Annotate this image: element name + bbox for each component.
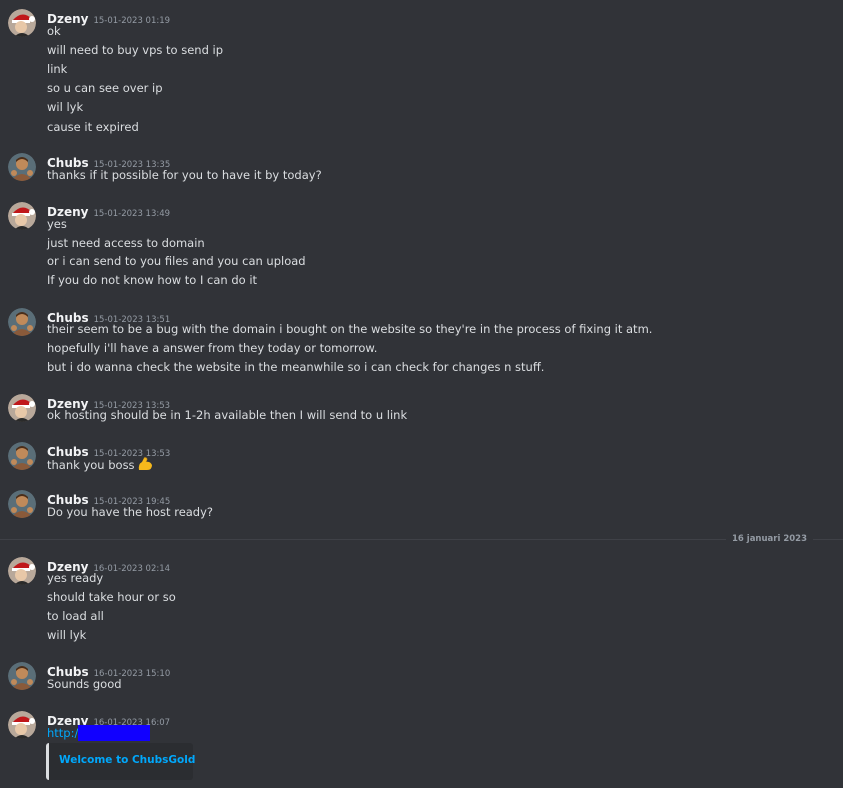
message-text: thank you boss: [47, 456, 153, 476]
message-text: link: [47, 62, 68, 76]
message-text: hopefully i'll have a answer from they t…: [47, 341, 378, 355]
date-divider-line: [0, 539, 843, 540]
message-text: but i do wanna check the website in the …: [47, 360, 545, 374]
message-text: so u can see over ip: [47, 81, 163, 95]
avatar-dzeny[interactable]: [8, 394, 36, 422]
message-text: Do you have the host ready?: [47, 505, 214, 519]
message-text: their seem to be a bug with the domain i…: [47, 322, 653, 336]
avatar-chubs[interactable]: [8, 308, 36, 336]
message-text-content: thank you boss: [47, 458, 135, 472]
message-text: yes ready: [47, 571, 104, 585]
avatar-dzeny[interactable]: [8, 711, 36, 739]
avatar-chubs[interactable]: [8, 153, 36, 181]
message-text: ok hosting should be in 1-2h available t…: [47, 408, 408, 422]
redacted-link-block: [78, 725, 151, 741]
message-text: cause it expired: [47, 120, 139, 134]
message-text: to load all: [47, 609, 104, 623]
message-text: just need access to domain: [47, 236, 205, 250]
message-text: should take hour or so: [47, 590, 176, 604]
embed-title[interactable]: Welcome to ChubsGold: [59, 754, 195, 766]
date-divider-label: 16 januari 2023: [726, 534, 813, 544]
avatar-chubs[interactable]: [8, 442, 36, 470]
message-text: will lyk: [47, 628, 87, 642]
message-link[interactable]: http:/: [47, 725, 151, 741]
link-text[interactable]: http:/: [47, 726, 78, 740]
message-text: ok: [47, 24, 61, 38]
message-text: thanks if it possible for you to have it…: [47, 168, 322, 182]
link-embed[interactable]: Welcome to ChubsGold: [46, 743, 195, 780]
message-text: will need to buy vps to send ip: [47, 43, 224, 57]
timestamp: 16-01-2023 02:14: [93, 564, 171, 574]
timestamp: 15-01-2023 01:19: [93, 16, 171, 26]
message-text: yes: [47, 217, 67, 231]
flexed-biceps-emoji[interactable]: [137, 456, 153, 476]
message-text: Sounds good: [47, 677, 122, 691]
timestamp: 15-01-2023 13:49: [93, 209, 171, 219]
avatar-dzeny[interactable]: [8, 202, 36, 230]
message-text: If you do not know how to I can do it: [47, 273, 258, 287]
avatar-chubs[interactable]: [8, 662, 36, 690]
avatar-dzeny[interactable]: [8, 557, 36, 585]
avatar-dzeny[interactable]: [8, 9, 36, 37]
avatar-chubs[interactable]: [8, 490, 36, 518]
message-text: or i can send to you files and you can u…: [47, 254, 306, 268]
message-text: wil lyk: [47, 100, 84, 114]
